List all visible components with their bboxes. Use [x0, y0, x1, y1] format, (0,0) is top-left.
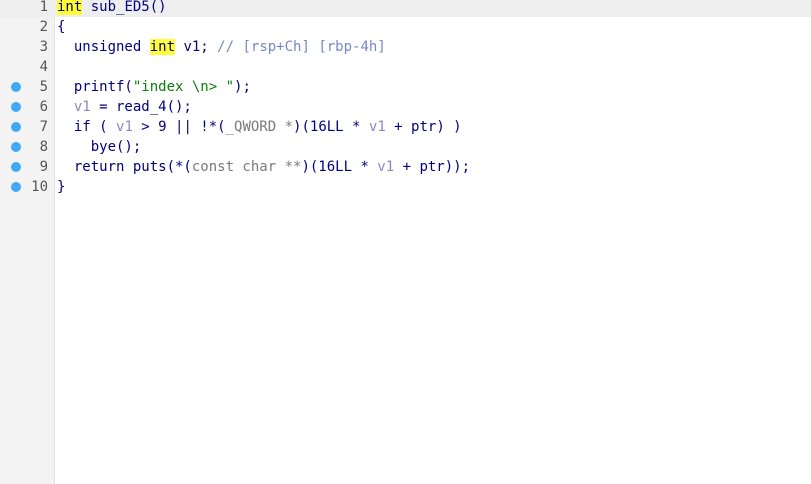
function-signature: sub_ED5() — [82, 0, 167, 15]
code-fragment: ); — [234, 79, 251, 95]
code-fragment: unsigned — [57, 39, 150, 55]
breakpoint-dot[interactable] — [11, 82, 21, 92]
code-line-10[interactable]: 10 } — [0, 177, 811, 197]
code-fragment: v1; — [175, 39, 218, 55]
code-fragment: return puts(*( — [57, 159, 192, 175]
variable-comment: // [rsp+Ch] [rbp-4h] — [217, 39, 386, 55]
code-fragment: > 9 || !*( — [132, 119, 226, 135]
type-cast: const char ** — [191, 159, 302, 175]
code-line-5[interactable]: 5 printf("index \n> "); — [0, 77, 811, 97]
variable-v1[interactable]: v1 — [116, 119, 133, 135]
code-fragment — [57, 99, 74, 115]
code-fragment: if ( — [57, 119, 117, 135]
code-line-7[interactable]: 7 if ( v1 > 9 || !*(_QWORD *)(16LL * v1 … — [0, 117, 811, 137]
line-number-4: 4 — [39, 59, 48, 75]
code-line-9-text: return puts(*(const char **)(16LL * v1 +… — [57, 157, 470, 177]
code-fragment: = read_4(); — [90, 99, 192, 115]
bye-call: bye(); — [57, 139, 142, 155]
line-number-7: 7 — [39, 119, 48, 135]
code-line-8[interactable]: 8 bye(); — [0, 137, 811, 157]
line-number-1: 1 — [39, 0, 48, 15]
close-brace: } — [57, 179, 66, 195]
code-line-6[interactable]: 6 v1 = read_4(); — [0, 97, 811, 117]
pseudocode-editor[interactable]: 1 int sub_ED5() 2 { 3 unsigned int v1; /… — [0, 0, 811, 484]
code-line-1[interactable]: 1 int sub_ED5() — [0, 0, 811, 17]
breakpoint-dot[interactable] — [11, 182, 21, 192]
code-line-5-text: printf("index \n> "); — [57, 77, 251, 97]
line-number-8: 8 — [39, 139, 48, 155]
variable-v1[interactable]: v1 — [377, 159, 394, 175]
code-fragment: )(16LL * — [293, 119, 369, 135]
variable-v1[interactable]: v1 — [369, 119, 386, 135]
variable-v1[interactable]: v1 — [74, 99, 91, 115]
line-number-9: 9 — [39, 159, 48, 175]
code-line-1-text: int sub_ED5() — [57, 0, 167, 17]
code-fragment: printf( — [57, 79, 133, 95]
code-line-3-text: unsigned int v1; // [rsp+Ch] [rbp-4h] — [57, 37, 386, 57]
code-line-6-text: v1 = read_4(); — [57, 97, 192, 117]
code-line-4[interactable]: 4 — [0, 57, 811, 77]
code-line-2[interactable]: 2 { — [0, 17, 811, 37]
code-fragment: + ptr) ) — [385, 119, 462, 135]
type-cast: _QWORD * — [225, 119, 294, 135]
breakpoint-dot[interactable] — [11, 102, 21, 112]
code-line-7-text: if ( v1 > 9 || !*(_QWORD *)(16LL * v1 + … — [57, 117, 462, 137]
code-line-9[interactable]: 9 return puts(*(const char **)(16LL * v1… — [0, 157, 811, 177]
string-literal: "index \n> " — [132, 79, 235, 95]
code-fragment: )(16LL * — [301, 159, 378, 175]
code-line-3[interactable]: 3 unsigned int v1; // [rsp+Ch] [rbp-4h] — [0, 37, 811, 57]
keyword-highlight[interactable]: int — [149, 39, 176, 55]
line-number-3: 3 — [39, 39, 48, 55]
breakpoint-dot[interactable] — [11, 142, 21, 152]
breakpoint-dot[interactable] — [11, 162, 21, 172]
line-number-2: 2 — [39, 19, 48, 35]
line-number-6: 6 — [39, 99, 48, 115]
line-number-10: 10 — [31, 179, 48, 195]
keyword-highlight[interactable]: int — [57, 0, 83, 15]
open-brace: { — [57, 19, 66, 35]
line-number-5: 5 — [39, 79, 48, 95]
code-fragment: + ptr)); — [394, 159, 471, 175]
breakpoint-dot[interactable] — [11, 122, 21, 132]
